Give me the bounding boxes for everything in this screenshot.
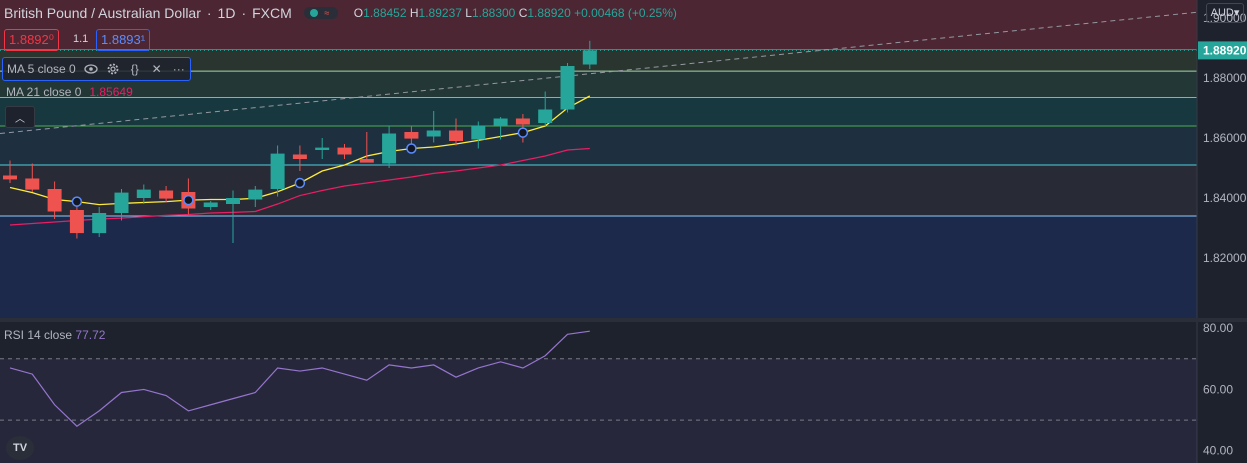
market-open-dot-icon (309, 9, 318, 17)
rsi-band-fill (0, 358, 1197, 463)
interval-label[interactable]: 1D (218, 5, 236, 21)
data-delay-icon: ≈ (324, 8, 330, 18)
candle-body (560, 66, 575, 110)
change-value: +0.00468 (+0.25%) (574, 6, 677, 20)
candle-body (449, 130, 463, 141)
exchange-label: FXCM (252, 5, 292, 21)
buy-button[interactable]: 1.8893¹ (96, 29, 151, 51)
indicator-ma21-value: 1.85649 (89, 85, 133, 99)
candle-body (538, 109, 553, 123)
candle-body (92, 213, 107, 234)
price-tick-label: 1.84000 (1203, 191, 1247, 205)
indicator-ma21-row[interactable]: MA 21 close 0 1.85649 (2, 81, 137, 103)
sep-2: · (241, 5, 247, 21)
gear-icon[interactable] (106, 62, 120, 76)
close-value: 1.88920 (527, 6, 571, 20)
candle-body (515, 118, 530, 125)
price-tick-label: 1.82000 (1203, 251, 1247, 265)
candle-body (248, 189, 263, 200)
rsi-legend[interactable]: RSI 14 close 77.72 (4, 328, 105, 342)
candle-body (69, 210, 84, 234)
candle-body (582, 50, 597, 65)
candle-body (136, 189, 151, 198)
indicator-ma5-row[interactable]: MA 5 close 0 {} ✕ ··· (2, 57, 191, 81)
rsi-tick-label: 80.00 (1203, 321, 1233, 335)
sell-button[interactable]: 1.8892⁰ (4, 29, 59, 51)
fib-zone (0, 97, 1197, 126)
fib-zone (0, 216, 1197, 318)
indicator-ma5-label: MA 5 close 0 (7, 62, 76, 76)
open-value: 1.88452 (363, 6, 407, 20)
ma-marker (517, 127, 529, 138)
low-value: 1.88300 (471, 6, 516, 20)
ma-marker (294, 177, 306, 189)
last-price-tag-label: 1.88920 (1203, 43, 1247, 57)
candle-body (471, 126, 486, 140)
collapse-legend-button[interactable]: ︿ (5, 106, 35, 128)
candle-body (203, 202, 218, 207)
ma-marker (406, 143, 417, 154)
spread-label: 1.1 (73, 33, 89, 45)
close-icon[interactable]: ✕ (150, 62, 164, 76)
rsi-tick-label: 60.00 (1203, 382, 1233, 396)
tradingview-logo-icon[interactable]: TV (6, 436, 34, 460)
currency-selector[interactable]: AUD▾ (1206, 3, 1244, 23)
candle-body (47, 189, 62, 212)
market-status-badge[interactable]: ≈ (303, 7, 338, 19)
candle-body (315, 147, 330, 150)
candle-body (3, 175, 17, 180)
currency-label: AUD (1210, 7, 1234, 19)
chevron-down-icon: ▾ (1233, 7, 1240, 19)
chevron-up-icon: ︿ (15, 113, 25, 125)
rsi-tick-label: 40.00 (1203, 444, 1233, 458)
price-tick-label: 1.86000 (1203, 131, 1247, 145)
ohlc-values: O1.88452 H1.89237 L1.88300 C1.88920 +0.0… (353, 6, 677, 20)
eye-icon[interactable] (84, 62, 98, 76)
candle-body (292, 154, 307, 159)
ma-marker (183, 194, 194, 206)
fib-zone (0, 165, 1197, 216)
indicator-ma21-label: MA 21 close 0 (6, 85, 82, 99)
candle-body (226, 198, 240, 204)
pane-separator (0, 318, 1247, 322)
rsi-value: 77.72 (75, 328, 106, 342)
candle-body (359, 159, 374, 163)
price-tick-label: 1.88000 (1203, 71, 1247, 85)
symbol-legend[interactable]: British Pound / Australian Dollar · 1D ·… (4, 5, 677, 21)
braces-icon[interactable]: {} (128, 62, 142, 76)
more-icon[interactable]: ··· (172, 62, 186, 76)
candle-body (159, 190, 174, 199)
high-value: 1.89237 (418, 6, 462, 20)
candle-body (382, 133, 397, 164)
candle-body (25, 178, 40, 190)
fib-zone (0, 126, 1197, 165)
symbol-name[interactable]: British Pound / Australian Dollar (4, 5, 201, 21)
candle-body (114, 192, 129, 213)
candle-body (337, 147, 352, 155)
candle-body (493, 118, 508, 126)
ma-marker (71, 196, 83, 207)
candle-body (404, 132, 419, 139)
sep-1: · (206, 5, 212, 21)
candle-body (270, 153, 285, 189)
candle-body (426, 130, 441, 137)
rsi-label: RSI 14 close (4, 328, 73, 342)
